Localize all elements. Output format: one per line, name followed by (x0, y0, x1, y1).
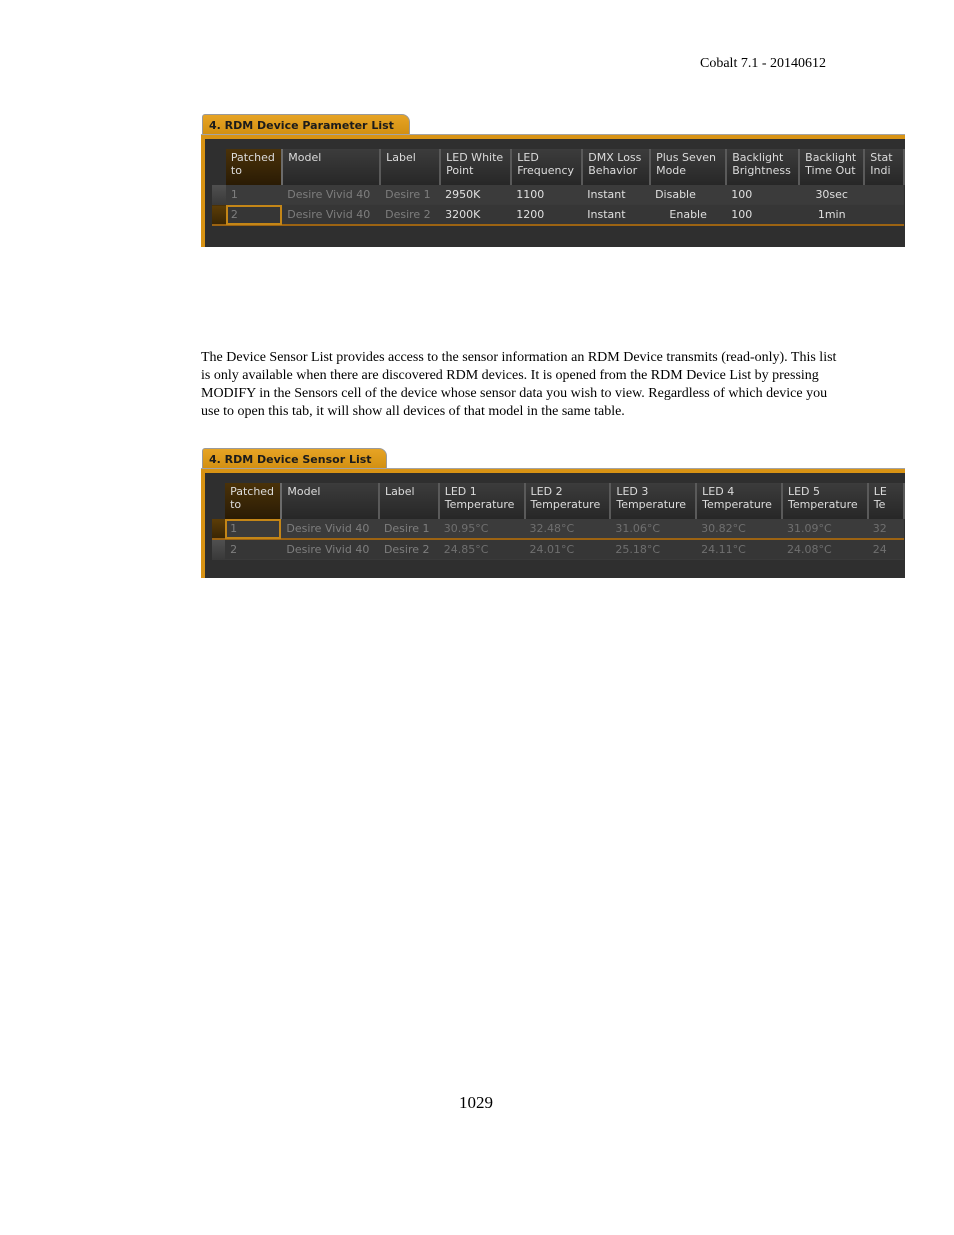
column-header-led6-temperature[interactable]: LE Te (867, 483, 905, 519)
column-header-model[interactable]: Model (281, 483, 380, 519)
cell-led5-temperature: 31.09°C (781, 519, 868, 540)
panel-body: Patched to Model Label LED 1 Temperature L… (205, 473, 905, 578)
column-header-led2-temperature[interactable]: LED 2 Temperature (524, 483, 612, 519)
column-header-label[interactable]: Label (380, 149, 442, 185)
cell-patched-to[interactable]: 2 (225, 204, 283, 226)
cell-model[interactable]: Desire Vivid 40 (281, 539, 379, 560)
cell-status-indicator[interactable] (864, 204, 904, 226)
parameter-table: Patched to Model Label LED White Point LED… (212, 149, 905, 226)
column-header-model[interactable]: Model (282, 149, 382, 185)
cell-led3-temperature: 25.18°C (610, 539, 697, 560)
cell-plus-seven-mode[interactable]: Enable (650, 204, 727, 226)
cell-backlight-time-out[interactable]: 1min (799, 204, 865, 226)
cell-led1-temperature: 30.95°C (438, 519, 525, 540)
column-header-label[interactable]: Label (378, 483, 440, 519)
column-header-led-frequency[interactable]: LED Frequency (511, 149, 584, 185)
cell-label[interactable]: Desire 1 (380, 185, 441, 205)
column-header-led1-temperature[interactable]: LED 1 Temperature (438, 483, 526, 519)
cell-backlight-brightness[interactable]: 100 (726, 204, 800, 226)
sensor-table: Patched to Model Label LED 1 Temperature L… (212, 483, 905, 560)
page-number: 1029 (459, 1093, 493, 1112)
cell-patched-to[interactable]: 1 (225, 185, 283, 205)
table-row[interactable]: 2 Desire Vivid 40 Desire 2 24.85°C 24.01… (212, 539, 904, 560)
rdm-device-sensor-list-panel: 4. RDM Device Sensor List Patched to Mode… (201, 447, 905, 578)
panel-body: Patched to Model Label LED White Point LED… (205, 139, 905, 247)
row-selector[interactable] (212, 519, 226, 540)
table-row[interactable]: 1 Desire Vivid 40 Desire 1 2950K 1100 In… (212, 185, 904, 205)
cell-label[interactable]: Desire 2 (380, 204, 441, 226)
panel-frame: Patched to Model Label LED 1 Temperature L… (201, 469, 905, 578)
cell-patched-to[interactable]: 2 (225, 539, 282, 560)
table-row-selected[interactable]: 2 Desire Vivid 40 Desire 2 3200K 1200 In… (212, 204, 904, 226)
row-selector-header (212, 483, 225, 519)
cell-led-white-point[interactable]: 3200K (440, 204, 512, 226)
cell-backlight-brightness[interactable]: 100 (726, 185, 800, 205)
body-paragraph: The Device Sensor List provides access t… (201, 350, 837, 419)
running-header: Cobalt 7.1 - 20140612 (700, 56, 826, 71)
cell-led2-temperature: 24.01°C (524, 539, 611, 560)
column-header-patched-to[interactable]: Patched to (225, 149, 284, 185)
header-row: Patched to Model Label LED White Point LED… (212, 149, 905, 185)
tab-rdm-device-parameter-list[interactable]: 4. RDM Device Parameter List (202, 114, 410, 135)
header-row: Patched to Model Label LED 1 Temperature L… (212, 483, 905, 519)
cell-led-white-point[interactable]: 2950K (440, 185, 512, 205)
column-header-dmx-loss-behavior[interactable]: DMX Loss Behavior (582, 149, 652, 185)
column-header-status-indicator[interactable]: Stat Indi (864, 149, 905, 185)
cell-led4-temperature: 24.11°C (696, 539, 782, 560)
cell-led6-temperature: 24 (867, 539, 904, 560)
cell-led6-temperature: 32 (867, 519, 904, 540)
cell-model[interactable]: Desire Vivid 40 (282, 185, 381, 205)
rdm-device-parameter-list-panel: 4. RDM Device Parameter List Patched to M… (201, 113, 905, 247)
cell-led-frequency[interactable]: 1100 (511, 185, 583, 205)
column-header-led5-temperature[interactable]: LED 5 Temperature (781, 483, 869, 519)
cell-model[interactable]: Desire Vivid 40 (281, 519, 379, 540)
column-header-backlight-time-out[interactable]: Backlight Time Out (799, 149, 866, 185)
tab-rdm-device-sensor-list[interactable]: 4. RDM Device Sensor List (202, 448, 387, 469)
cell-led2-temperature: 32.48°C (524, 519, 611, 540)
cell-led5-temperature: 24.08°C (781, 539, 868, 560)
column-header-led-white-point[interactable]: LED White Point (440, 149, 513, 185)
row-selector-header (212, 149, 226, 185)
column-header-led4-temperature[interactable]: LED 4 Temperature (696, 483, 783, 519)
cell-led1-temperature: 24.85°C (438, 539, 525, 560)
panel-frame: Patched to Model Label LED White Point LED… (201, 135, 905, 247)
cell-led3-temperature: 31.06°C (610, 519, 697, 540)
cell-model[interactable]: Desire Vivid 40 (282, 204, 381, 226)
cell-plus-seven-mode[interactable]: Disable (650, 185, 727, 205)
cell-backlight-time-out[interactable]: 30sec (799, 185, 865, 205)
row-selector[interactable] (212, 185, 226, 205)
column-header-patched-to[interactable]: Patched to (225, 483, 283, 519)
table-row-selected[interactable]: 1 Desire Vivid 40 Desire 1 30.95°C 32.48… (212, 519, 904, 540)
row-selector[interactable] (212, 204, 226, 226)
column-header-backlight-brightness[interactable]: Backlight Brightness (726, 149, 801, 185)
cell-label[interactable]: Desire 2 (378, 539, 439, 560)
cell-patched-to[interactable]: 1 (225, 519, 282, 540)
row-selector[interactable] (212, 539, 226, 560)
cell-label[interactable]: Desire 1 (378, 519, 439, 540)
cell-led-frequency[interactable]: 1200 (511, 204, 583, 226)
column-header-led3-temperature[interactable]: LED 3 Temperature (610, 483, 698, 519)
cell-dmx-loss-behavior[interactable]: Instant (582, 185, 651, 205)
column-header-plus-seven-mode[interactable]: Plus Seven Mode (650, 149, 728, 185)
cell-status-indicator[interactable] (864, 185, 904, 205)
cell-led4-temperature: 30.82°C (696, 519, 782, 540)
cell-dmx-loss-behavior[interactable]: Instant (582, 204, 651, 226)
